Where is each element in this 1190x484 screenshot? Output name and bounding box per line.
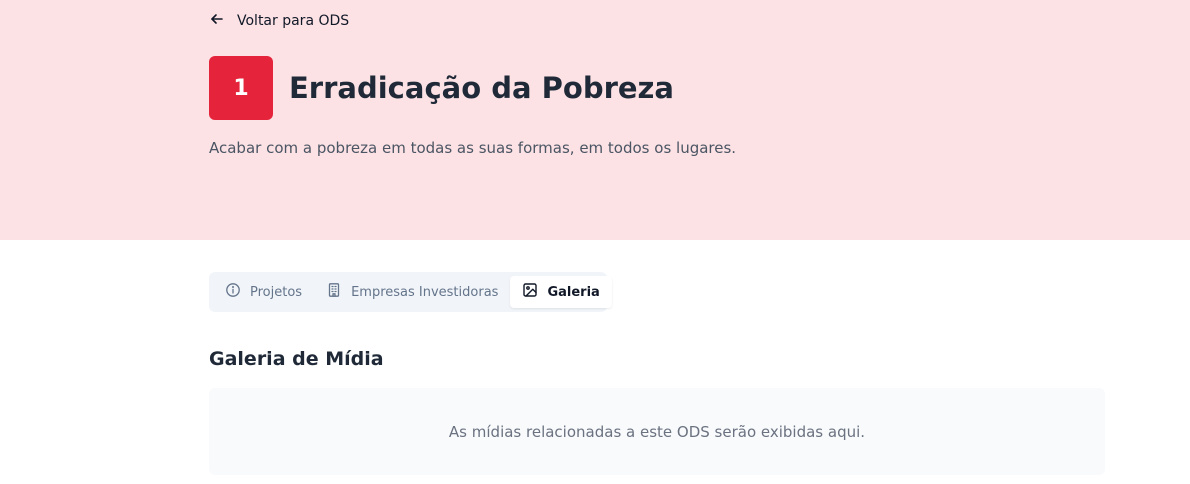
empty-state-message: As mídias relacionadas a este ODS serão …	[448, 422, 866, 441]
arrow-left-icon	[209, 11, 225, 31]
goal-hero: Voltar para ODS 1 Erradicação da Pobreza…	[0, 0, 1190, 240]
tab-galeria[interactable]: Galeria	[510, 276, 612, 308]
back-link-label: Voltar para ODS	[237, 13, 350, 29]
info-circle-icon	[225, 282, 241, 302]
tab-list: Projetos Empresas Investidoras Galeria	[209, 272, 612, 312]
goal-description: Acabar com a pobreza em todas as suas fo…	[209, 139, 737, 157]
image-icon	[522, 282, 538, 302]
tab-empresas-investidoras[interactable]: Empresas Investidoras	[314, 276, 510, 308]
tab-projetos[interactable]: Projetos	[213, 276, 314, 308]
building-icon	[326, 282, 342, 302]
page-title: Erradicação da Pobreza	[289, 71, 675, 105]
tab-label: Empresas Investidoras	[351, 284, 499, 300]
tab-label: Galeria	[547, 284, 600, 300]
tab-label: Projetos	[250, 284, 303, 300]
goal-number-badge: 1	[209, 56, 273, 120]
back-link[interactable]: Voltar para ODS	[209, 8, 349, 34]
gallery-empty-state: As mídias relacionadas a este ODS serão …	[209, 388, 1105, 475]
gallery-title: Galeria de Mídia	[209, 348, 384, 370]
